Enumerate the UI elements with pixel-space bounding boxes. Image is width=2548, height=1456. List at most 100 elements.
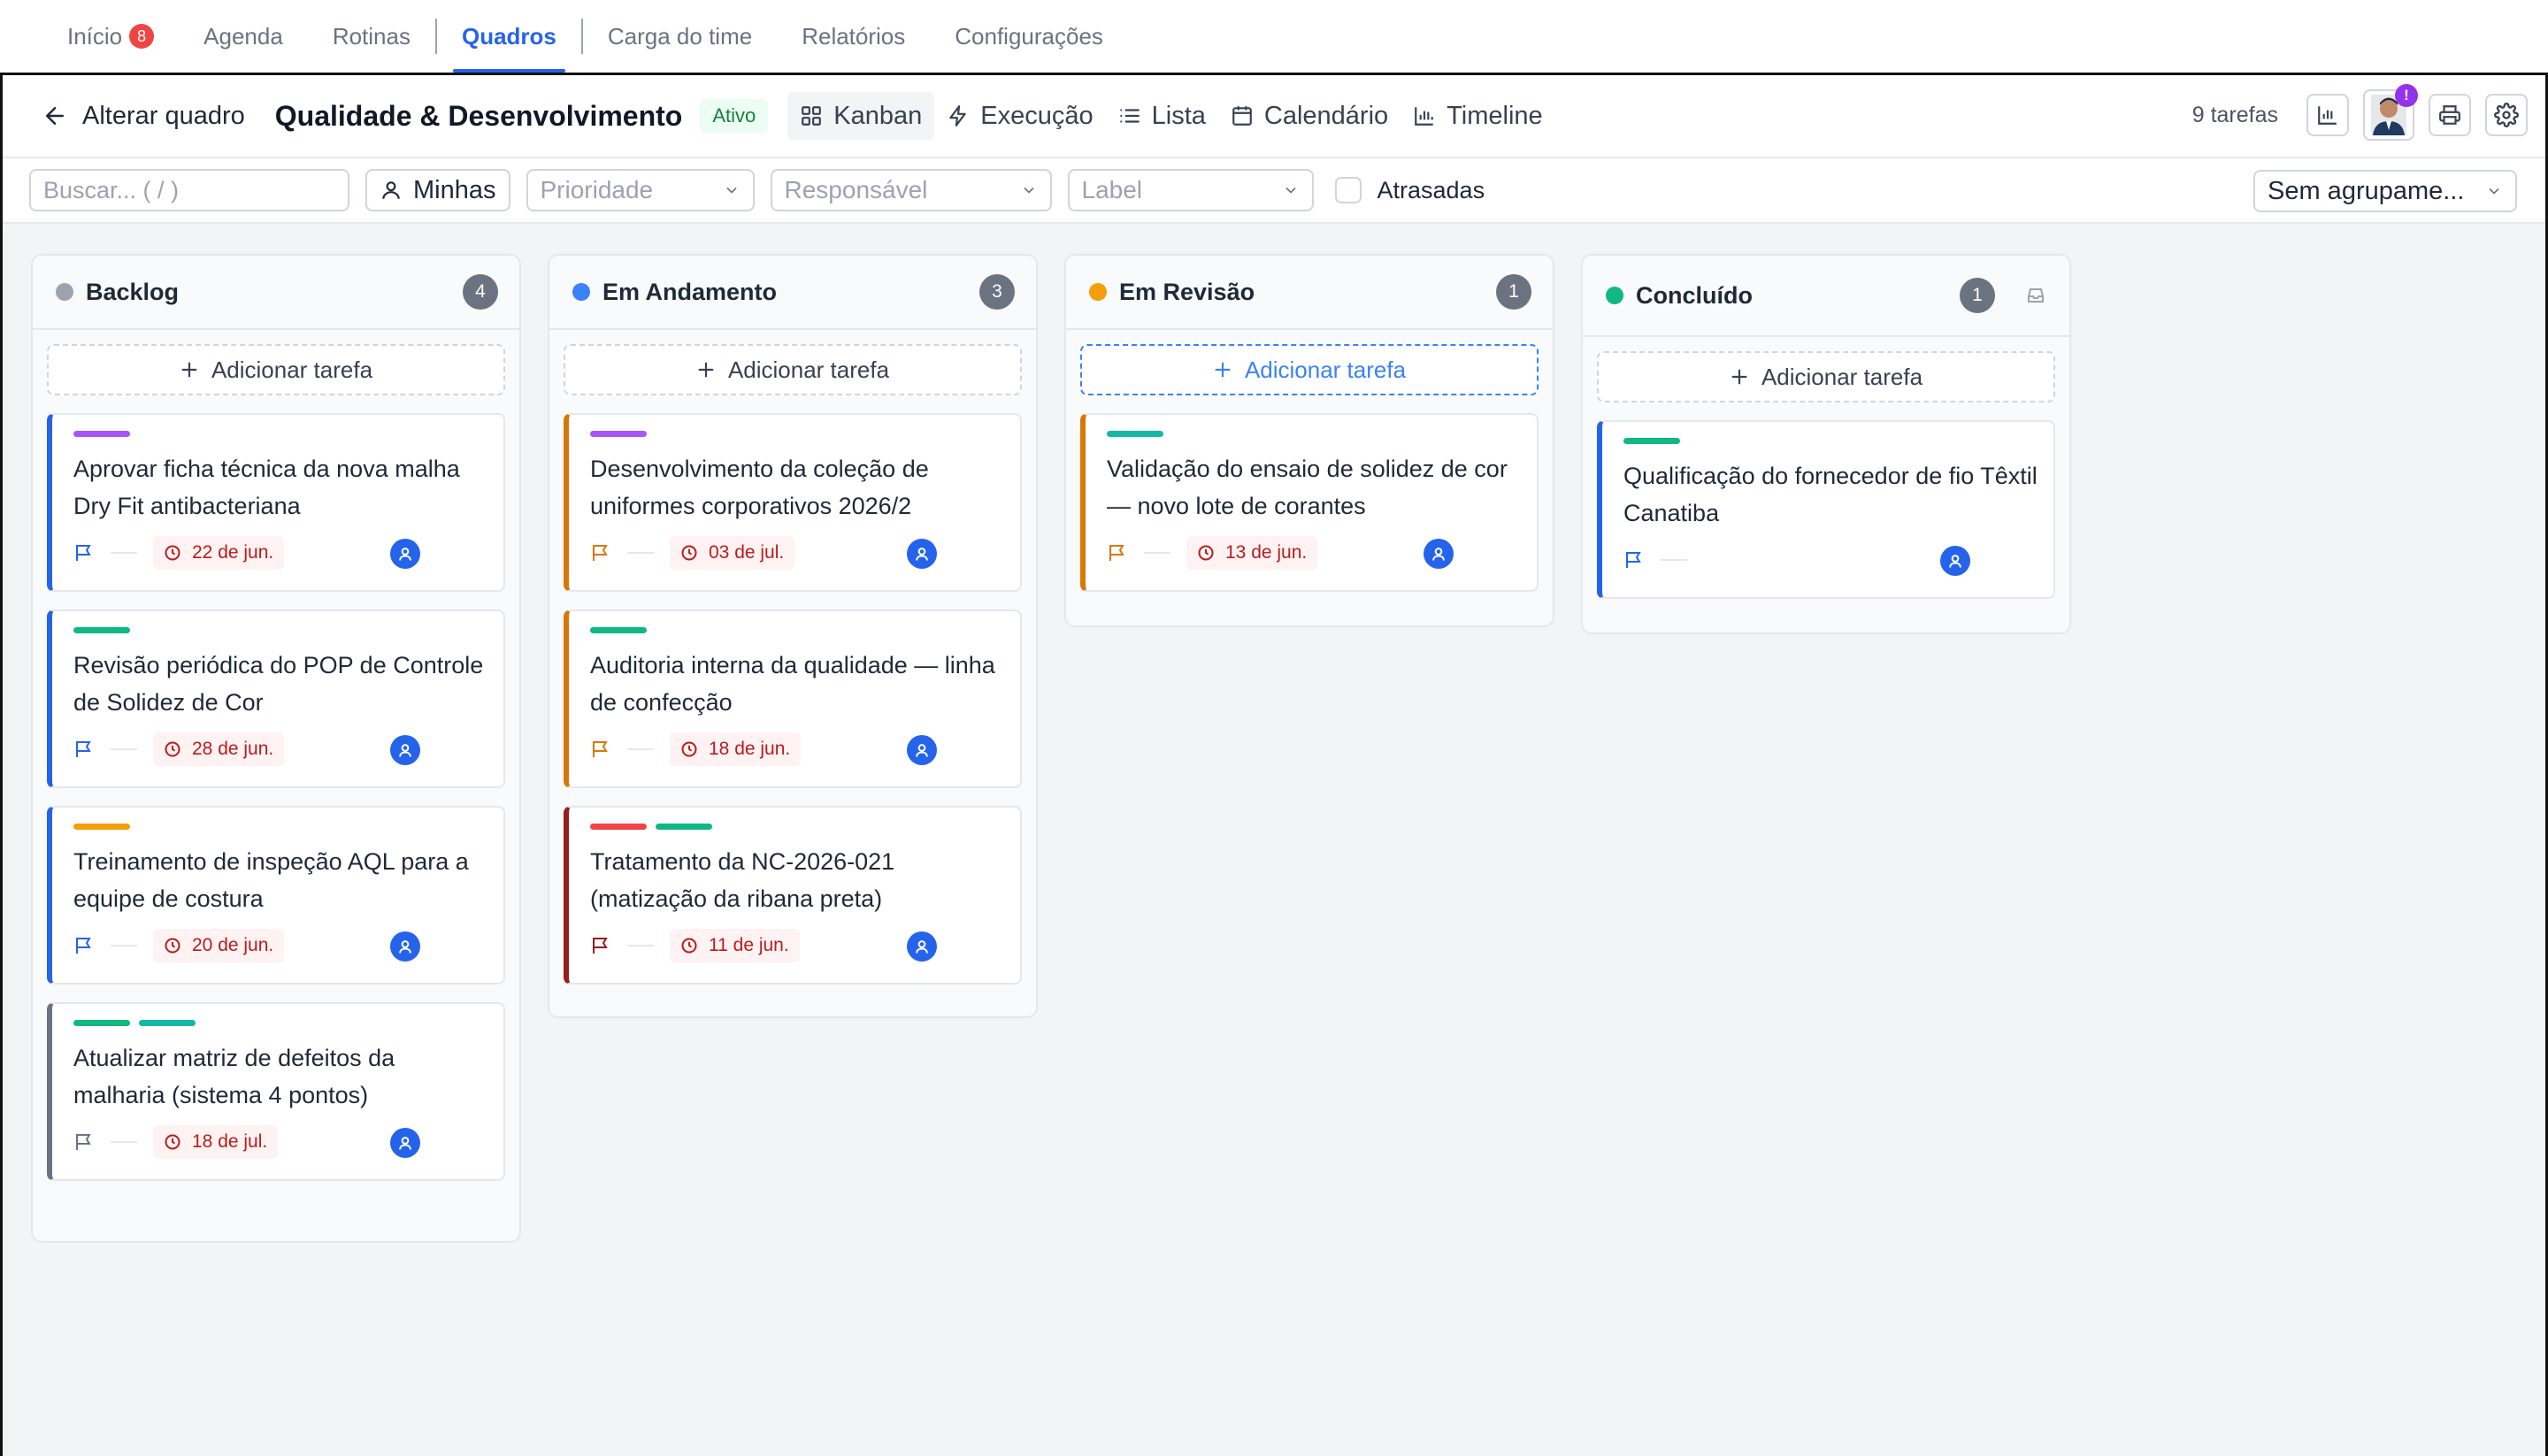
priority-flag-icon[interactable] xyxy=(590,935,611,956)
task-card[interactable]: Validação do ensaio de solidez de cor — … xyxy=(1080,413,1539,592)
due-date-badge[interactable]: 11 de jun. xyxy=(670,929,800,962)
task-card[interactable]: Atualizar matriz de defeitos da malharia… xyxy=(47,1002,505,1181)
card-meta xyxy=(1623,542,2032,578)
label-chip xyxy=(1623,438,1680,444)
task-title: Treinamento de inspeção AQL para a equip… xyxy=(73,848,469,912)
tab-execucao[interactable]: Execução xyxy=(934,92,1105,140)
add-task-button[interactable]: Adicionar tarefa xyxy=(1597,351,2055,402)
card-meta: 03 de jul. xyxy=(590,535,999,571)
tab-label: Timeline xyxy=(1447,101,1543,130)
task-card[interactable]: Treinamento de inspeção AQL para a equip… xyxy=(47,806,505,985)
search-box xyxy=(29,169,349,211)
add-task-button[interactable]: Adicionar tarefa xyxy=(1080,344,1539,395)
card-labels xyxy=(590,627,1020,634)
due-date-badge[interactable]: 03 de jul. xyxy=(670,536,795,570)
task-card[interactable]: Aprovar ficha técnica da nova malha Dry … xyxy=(47,413,505,592)
user-icon xyxy=(399,744,411,757)
add-task-button[interactable]: Adicionar tarefa xyxy=(47,344,505,395)
label-chip xyxy=(590,627,647,633)
assignee-avatar[interactable] xyxy=(390,735,420,765)
overdue-checkbox[interactable] xyxy=(1334,177,1362,203)
nav-item-agenda[interactable]: Agenda xyxy=(179,0,308,73)
assignee-avatar[interactable] xyxy=(390,1128,420,1158)
task-card[interactable]: Auditoria interna da qualidade — linha d… xyxy=(564,609,1022,788)
assignee-avatar[interactable] xyxy=(907,931,937,962)
assignee-avatar[interactable] xyxy=(907,539,937,569)
nav-item-carga-do-time[interactable]: Carga do time xyxy=(583,0,777,73)
board-frame: Alterar quadro Qualidade & Desenvolvimen… xyxy=(0,73,2548,1456)
add-task-label: Adicionar tarefa xyxy=(211,356,373,383)
search-input[interactable] xyxy=(31,171,348,210)
assignee-avatar[interactable] xyxy=(1424,539,1454,569)
priority-flag-icon[interactable] xyxy=(1623,549,1645,571)
task-card[interactable]: Desenvolvimento da coleção de uniformes … xyxy=(564,413,1022,592)
task-title: Atualizar matriz de defeitos da malharia… xyxy=(73,1045,395,1108)
due-date: 11 de jun. xyxy=(709,935,789,955)
nav-item-configuracoes[interactable]: Configurações xyxy=(930,0,1128,73)
plus-icon xyxy=(1215,362,1231,378)
due-date-badge[interactable]: 13 de jun. xyxy=(1186,536,1318,570)
assignee-avatar[interactable] xyxy=(907,735,937,765)
task-title: Auditoria interna da qualidade — linha d… xyxy=(590,652,995,716)
card-meta: 11 de jun. xyxy=(590,928,999,963)
assignee-avatar[interactable] xyxy=(390,539,420,569)
label-chip xyxy=(590,431,647,437)
overdue-filter[interactable]: Atrasadas xyxy=(1334,177,1485,204)
archive-icon[interactable] xyxy=(2025,285,2046,306)
divider xyxy=(111,1141,137,1143)
grid-icon xyxy=(802,106,822,126)
priority-select[interactable]: Prioridade xyxy=(526,169,755,211)
assignee-avatar[interactable] xyxy=(1940,546,1970,576)
nav-item-rotinas[interactable]: Rotinas xyxy=(308,0,435,73)
task-card[interactable]: Tratamento da NC-2026-021 (matização da … xyxy=(564,806,1022,985)
grouping-select[interactable]: Sem agrupame... xyxy=(2253,170,2517,212)
divider xyxy=(627,748,654,750)
task-card[interactable]: Qualificação do fornecedor de fio Têxtil… xyxy=(1597,420,2055,599)
kanban-board: Backlog 4 Adicionar tarefa Aprovar ficha… xyxy=(3,224,2545,1456)
assignee-placeholder: Responsável xyxy=(784,176,928,203)
due-date-badge[interactable]: 28 de jun. xyxy=(153,732,285,766)
due-date-badge[interactable]: 22 de jun. xyxy=(153,536,285,570)
priority-flag-icon[interactable] xyxy=(73,739,95,760)
change-board-button[interactable]: Alterar quadro xyxy=(42,102,245,131)
priority-flag-icon[interactable] xyxy=(1107,542,1128,563)
task-title: Validação do ensaio de solidez de cor — … xyxy=(1107,456,1508,519)
tab-calendario[interactable]: Calendário xyxy=(1218,92,1401,140)
tab-lista[interactable]: Lista xyxy=(1106,92,1218,140)
user-icon xyxy=(916,940,928,954)
chevron-down-icon xyxy=(2489,188,2499,195)
clock-icon xyxy=(165,938,180,954)
due-date-badge[interactable]: 20 de jun. xyxy=(153,929,285,962)
print-button[interactable] xyxy=(2429,94,2471,136)
priority-flag-icon[interactable] xyxy=(73,542,95,563)
column-title: Em Andamento xyxy=(602,278,778,305)
label-select[interactable]: Label xyxy=(1067,169,1314,211)
assignee-select[interactable]: Responsável xyxy=(770,169,1052,211)
column-header: Concluído 1 xyxy=(1583,256,2069,337)
task-card[interactable]: Revisão periódica do POP de Controle de … xyxy=(47,609,505,788)
nav-item-inicio[interactable]: Início 8 xyxy=(42,0,179,73)
status-dot xyxy=(56,283,73,301)
priority-flag-icon[interactable] xyxy=(590,542,611,563)
due-date-badge[interactable]: 18 de jul. xyxy=(153,1125,279,1159)
add-task-label: Adicionar tarefa xyxy=(1761,363,1923,390)
add-task-button[interactable]: Adicionar tarefa xyxy=(564,344,1022,395)
column-concluido: Concluído 1 Adicionar tarefa Qualificaçã… xyxy=(1581,254,2071,634)
tab-kanban[interactable]: Kanban xyxy=(787,92,935,140)
nav-item-quadros[interactable]: Quadros xyxy=(437,0,581,73)
user-avatar-button[interactable]: ! xyxy=(2363,84,2418,141)
priority-flag-icon[interactable] xyxy=(590,739,611,760)
nav-item-relatorios[interactable]: Relatórios xyxy=(777,0,930,73)
stats-button[interactable] xyxy=(2306,94,2349,136)
due-date-badge[interactable]: 18 de jun. xyxy=(670,732,802,766)
chevron-down-icon xyxy=(725,187,737,194)
tab-timeline[interactable]: Timeline xyxy=(1401,92,1555,140)
assignee-avatar[interactable] xyxy=(390,931,420,962)
settings-button[interactable] xyxy=(2485,94,2528,136)
clock-icon xyxy=(681,741,697,757)
divider xyxy=(627,552,654,554)
card-labels xyxy=(590,824,1020,831)
my-tasks-button[interactable]: Minhas xyxy=(365,169,510,211)
priority-flag-icon[interactable] xyxy=(73,935,95,956)
priority-flag-icon[interactable] xyxy=(73,1131,95,1153)
